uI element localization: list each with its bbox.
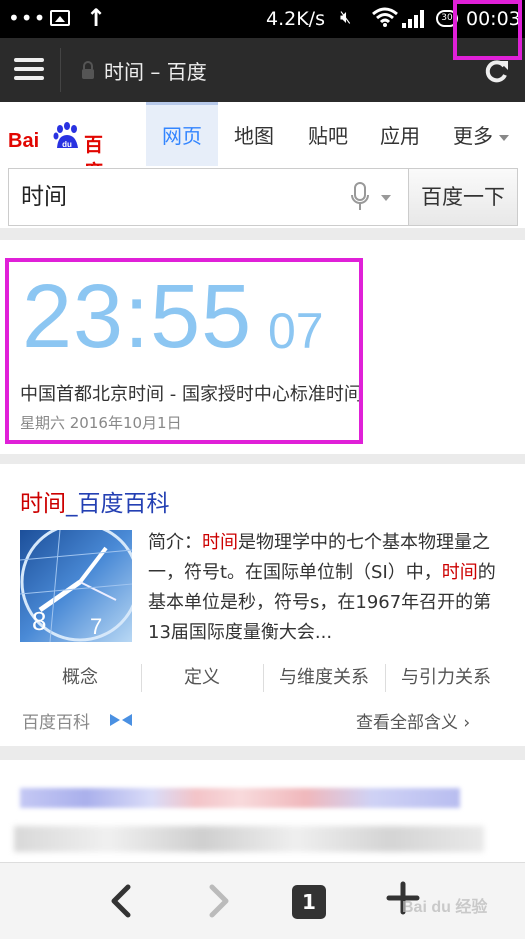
chevron-down-icon xyxy=(499,134,509,141)
tab-map-label: 地图 xyxy=(234,124,274,148)
tab-tieba[interactable]: 贴吧 xyxy=(296,102,360,166)
abstract-hit-1: 时间 xyxy=(202,532,238,553)
baidu-nav: Bai du 百度 网页 地图 贴吧 应用 更多 xyxy=(0,102,525,183)
baike-abstract: 简介：时间是物理学中的七个基本物理量之一，符号t。在国际单位制（SI）中，时间的… xyxy=(148,528,508,648)
baike-source: 百度百科 xyxy=(22,713,90,733)
voice-dropdown-icon[interactable] xyxy=(381,195,391,201)
paw-logo-icon: du xyxy=(53,122,78,149)
baike-result-card: 时间_百度百科 8 7 简介：时间是物理学中的七个基本物理量之一，符号t。在国际… xyxy=(0,464,525,746)
baidu-jingyan-watermark: Bai du 经验 xyxy=(400,883,518,923)
wifi-icon xyxy=(372,7,398,27)
clock-thumbnail[interactable]: 8 7 xyxy=(20,530,132,642)
tab-apps[interactable]: 应用 xyxy=(368,102,432,166)
lock-icon xyxy=(82,61,94,79)
tab-count-button[interactable]: 1 xyxy=(292,885,326,919)
refresh-icon[interactable] xyxy=(484,58,510,84)
baike-subtabs: 概念 定义 与维度关系 与引力关系 xyxy=(20,658,506,698)
view-all-label: 查看全部含义 xyxy=(356,713,458,733)
blurred-title xyxy=(20,788,460,808)
upload-arrow-icon: ↑ xyxy=(86,4,107,32)
blurred-result-card[interactable] xyxy=(0,760,525,870)
divider xyxy=(60,48,61,92)
browser-address-bar: 时间 – 百度 xyxy=(0,38,525,102)
tab-web-label: 网页 xyxy=(162,124,202,148)
baidu-logo[interactable]: Bai du 百度 xyxy=(8,118,118,183)
image-notification-icon xyxy=(50,10,70,26)
bowtie-icon xyxy=(110,714,132,726)
abstract-part-1: 简介： xyxy=(148,532,202,553)
tab-apps-label: 应用 xyxy=(380,124,420,148)
mute-icon: 🔇︎ xyxy=(340,7,352,28)
logo-paw-text: du xyxy=(62,140,72,149)
back-arrow-icon[interactable] xyxy=(108,883,134,919)
microphone-icon[interactable] xyxy=(350,182,370,212)
search-button[interactable]: 百度一下 xyxy=(408,168,518,226)
watermark-text: Bai du 经验 xyxy=(402,899,488,916)
tab-map[interactable]: 地图 xyxy=(222,102,286,166)
subtab-dimension[interactable]: 与维度关系 xyxy=(264,664,384,692)
abstract-hit-2: 时间 xyxy=(441,562,478,583)
svg-text:8: 8 xyxy=(32,606,46,636)
network-speed: 4.2K/s xyxy=(266,8,325,30)
tab-web[interactable]: 网页 xyxy=(146,102,218,166)
status-bar: ••• ↑ 4.2K/s 🔇︎ 30 00:03 xyxy=(0,0,525,38)
signal-icon xyxy=(402,10,424,28)
browser-toolbar: 1 Bai du 经验 xyxy=(0,862,525,939)
baike-title-hit: 时间 xyxy=(20,491,66,517)
search-bar: 时间 百度一下 xyxy=(0,166,525,228)
highlight-box-time xyxy=(5,258,363,444)
subtab-gravity[interactable]: 与引力关系 xyxy=(386,664,506,692)
svg-text:7: 7 xyxy=(90,614,102,639)
baike-title-rest: _百度百科 xyxy=(66,491,170,517)
logo-text: Bai xyxy=(8,130,40,152)
tab-tieba-label: 贴吧 xyxy=(308,124,348,148)
notification-dots-icon: ••• xyxy=(8,6,47,30)
baike-title-link[interactable]: 时间_百度百科 xyxy=(20,484,170,518)
chevron-right-icon: › xyxy=(463,713,471,733)
menu-icon[interactable] xyxy=(14,58,44,82)
subtab-definition[interactable]: 定义 xyxy=(142,664,262,692)
tab-more[interactable]: 更多 xyxy=(442,102,520,166)
view-all-meanings-link[interactable]: 查看全部含义 › xyxy=(356,708,470,733)
highlight-box-clock xyxy=(453,0,522,60)
page-title[interactable]: 时间 – 百度 xyxy=(104,56,207,85)
subtab-concept[interactable]: 概念 xyxy=(20,664,140,692)
blurred-snippet xyxy=(14,826,484,852)
tab-more-label: 更多 xyxy=(453,124,493,148)
forward-arrow-icon[interactable] xyxy=(206,883,232,919)
